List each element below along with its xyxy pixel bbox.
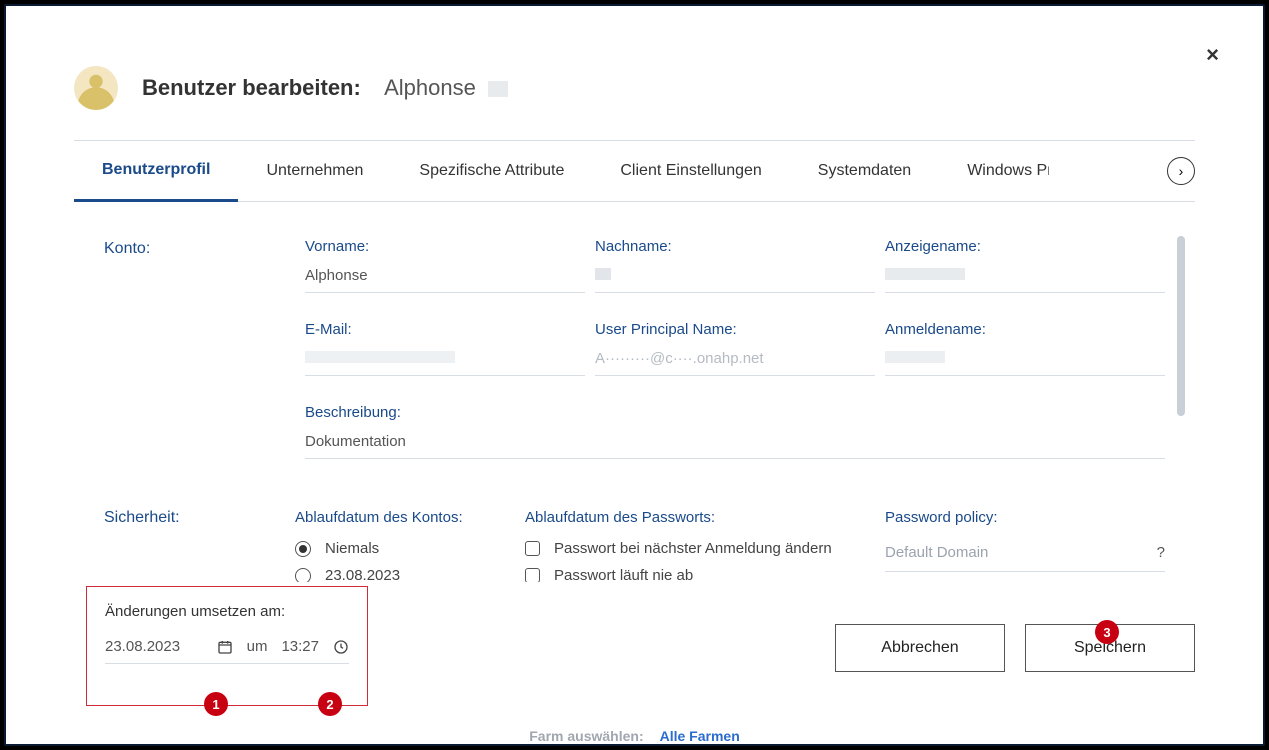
nachname-label: Nachname: [595, 238, 875, 255]
konto-ablauf-label: Ablaufdatum des Kontos: [295, 509, 515, 526]
modal-header: Benutzer bearbeiten: Alphonse [14, 14, 1255, 140]
anzeigename-label: Anzeigename: [885, 238, 1165, 255]
anmeldename-label: Anmeldename: [885, 321, 1165, 338]
annotation-badge-1: 1 [204, 692, 228, 716]
field-nachname: Nachname: [595, 238, 875, 293]
cancel-button[interactable]: Abbrechen [835, 624, 1005, 672]
schedule-um: um [247, 638, 268, 655]
upn-input[interactable]: A·········@c····.onahp.net [595, 346, 875, 376]
check-pwd-next-label: Passwort bei nächster Anmeldung ändern [554, 540, 832, 557]
check-pwd-next[interactable]: Passwort bei nächster Anmeldung ändern [525, 540, 875, 557]
close-icon[interactable]: × [1206, 42, 1219, 68]
checkbox-icon [525, 568, 540, 582]
section-konto: Konto: Vorname: Alphonse Nachname: Anzei… [104, 238, 1165, 459]
modal-body: × Benutzer bearbeiten: Alphonse Benutzer… [14, 14, 1255, 736]
title-username: Alphonse [384, 75, 476, 100]
tab-windows[interactable]: Windows Pr [939, 142, 1049, 200]
beschreibung-input[interactable]: Dokumentation [305, 429, 1165, 459]
anzeigename-input[interactable] [885, 263, 1165, 293]
col-policy: Password policy: Default Domain ? [885, 509, 1165, 582]
calendar-icon[interactable] [217, 639, 233, 655]
upn-label: User Principal Name: [595, 321, 875, 338]
beschreibung-label: Beschreibung: [305, 404, 1165, 421]
policy-placeholder: Default Domain [885, 544, 988, 561]
schedule-time[interactable]: 13:27 [281, 638, 319, 655]
col-konto-ablauf: Ablaufdatum des Kontos: Niemals 23.08.20… [295, 509, 515, 582]
strip-label: Farm auswählen: [529, 728, 643, 744]
tab-benutzerprofil[interactable]: Benutzerprofil [74, 141, 238, 202]
vorname-input[interactable]: Alphonse [305, 263, 585, 293]
footer-buttons: Abbrechen Speichern [835, 624, 1195, 672]
footer: Änderungen umsetzen am: 23.08.2023 um 13… [86, 586, 1195, 716]
section-konto-label: Konto: [104, 238, 295, 459]
radio-icon [295, 541, 311, 557]
schedule-date[interactable]: 23.08.2023 [105, 638, 180, 655]
col-pwd-ablauf: Ablaufdatum des Passworts: Passwort bei … [525, 509, 875, 582]
strip-value[interactable]: Alle Farmen [660, 728, 740, 744]
tabs: Benutzerprofil Unternehmen Spezifische A… [74, 140, 1195, 202]
annotation-badge-3: 3 [1095, 620, 1119, 644]
form-area: Konto: Vorname: Alphonse Nachname: Anzei… [14, 202, 1255, 582]
tabs-next-button[interactable]: › [1167, 157, 1195, 185]
policy-select[interactable]: Default Domain ? [885, 540, 1165, 572]
help-icon[interactable]: ? [1157, 544, 1165, 561]
nachname-input[interactable] [595, 263, 875, 293]
radio-datum-label: 23.08.2023 [325, 567, 400, 582]
section-sicherheit-label: Sicherheit: [104, 509, 285, 582]
anmeldename-input[interactable] [885, 346, 1165, 376]
policy-label: Password policy: [885, 509, 1165, 526]
tab-client-einstellungen[interactable]: Client Einstellungen [592, 142, 789, 200]
radio-niemals-label: Niemals [325, 540, 379, 557]
email-input[interactable] [305, 346, 585, 376]
scrollbar[interactable] [1177, 236, 1185, 416]
avatar [74, 66, 118, 110]
radio-datum[interactable]: 23.08.2023 [295, 567, 515, 582]
field-beschreibung: Beschreibung: Dokumentation [305, 404, 1165, 459]
bottom-strip: Farm auswählen: Alle Farmen [529, 728, 740, 744]
radio-niemals[interactable]: Niemals [295, 540, 515, 557]
pwd-ablauf-label: Ablaufdatum des Passworts: [525, 509, 875, 526]
tab-unternehmen[interactable]: Unternehmen [238, 142, 391, 200]
field-anzeigename: Anzeigename: [885, 238, 1165, 293]
annotation-badge-2: 2 [318, 692, 342, 716]
email-label: E-Mail: [305, 321, 585, 338]
check-pwd-never[interactable]: Passwort läuft nie ab [525, 567, 875, 582]
schedule-box: Änderungen umsetzen am: 23.08.2023 um 13… [86, 586, 368, 706]
title-redacted [488, 81, 508, 97]
modal-frame: × Benutzer bearbeiten: Alphonse Benutzer… [4, 4, 1265, 746]
vorname-label: Vorname: [305, 238, 585, 255]
section-sicherheit: Sicherheit: Ablaufdatum des Kontos: Niem… [104, 509, 1165, 582]
field-email: E-Mail: [305, 321, 585, 376]
field-anmeldename: Anmeldename: [885, 321, 1165, 376]
field-upn: User Principal Name: A·········@c····.on… [595, 321, 875, 376]
title-prefix: Benutzer bearbeiten: [142, 75, 361, 100]
tab-spezifische-attribute[interactable]: Spezifische Attribute [391, 142, 592, 200]
tab-systemdaten[interactable]: Systemdaten [790, 142, 939, 200]
clock-icon[interactable] [333, 639, 349, 655]
field-vorname: Vorname: Alphonse [305, 238, 585, 293]
checkbox-icon [525, 541, 540, 556]
page-title: Benutzer bearbeiten: Alphonse [142, 75, 508, 101]
schedule-label: Änderungen umsetzen am: [105, 603, 349, 620]
check-pwd-never-label: Passwort läuft nie ab [554, 567, 693, 582]
radio-icon [295, 568, 311, 583]
